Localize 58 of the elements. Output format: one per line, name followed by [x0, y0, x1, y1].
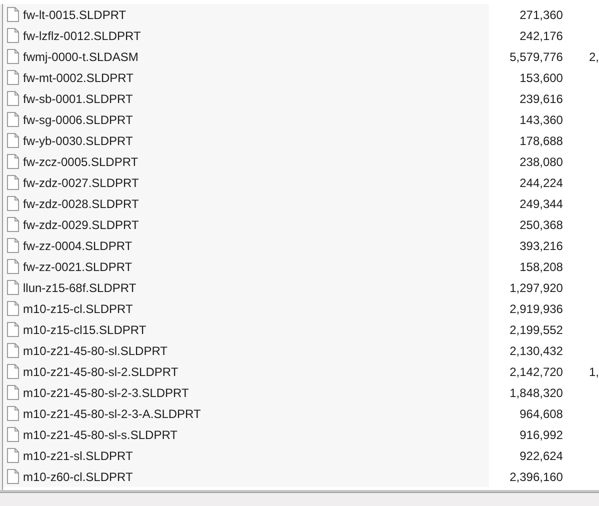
- file-icon: [6, 112, 19, 127]
- file-size: 250,368: [520, 216, 563, 234]
- file-icon: [6, 259, 19, 274]
- file-size: 239,616: [520, 90, 563, 108]
- file-icon: [6, 217, 19, 232]
- file-name[interactable]: fw-lt-0015.SLDPRT: [22, 6, 126, 24]
- file-name[interactable]: fw-yb-0030.SLDPRT: [22, 132, 133, 150]
- file-icon: [6, 469, 19, 484]
- file-icon: [6, 91, 19, 106]
- file-size: 158,208: [520, 258, 563, 276]
- file-icon: [6, 196, 19, 211]
- file-size: 2,919,936: [510, 300, 563, 318]
- file-name[interactable]: fw-zz-0004.SLDPRT: [22, 236, 132, 254]
- file-size: 1,848,320: [510, 384, 563, 402]
- column-3-value: 2,: [588, 50, 599, 64]
- file-size: 143,360: [520, 112, 563, 128]
- file-icon: [6, 322, 19, 337]
- file-name[interactable]: m10-z15-cl.SLDPRT: [22, 300, 133, 318]
- file-size: 238,080: [520, 154, 563, 170]
- file-icon: [6, 70, 19, 85]
- file-icon: [6, 133, 19, 148]
- file-name[interactable]: fw-sb-0001.SLDPRT: [22, 90, 133, 108]
- file-size: 922,624: [520, 448, 563, 464]
- file-icon: [6, 385, 19, 400]
- file-size: 916,992: [520, 426, 563, 444]
- file-name[interactable]: m10-z21-sl.SLDPRT: [22, 446, 133, 464]
- file-name[interactable]: m10-z60-cl.SLDPRT: [22, 468, 133, 486]
- file-size: 393,216: [520, 238, 563, 254]
- file-icon: [6, 343, 19, 358]
- file-icon: [6, 154, 19, 169]
- file-size: 242,176: [520, 28, 563, 44]
- file-size: 271,360: [520, 6, 563, 24]
- file-size: 244,224: [520, 174, 563, 192]
- file-icon: [6, 7, 19, 22]
- file-icon: [6, 301, 19, 316]
- file-size: 2,130,432: [510, 342, 563, 360]
- file-icon: [6, 28, 19, 43]
- file-icon: [6, 175, 19, 190]
- file-name[interactable]: fw-zz-0021.SLDPRT: [22, 258, 132, 276]
- file-name[interactable]: fw-mt-0002.SLDPRT: [22, 68, 134, 86]
- file-icon: [6, 406, 19, 421]
- file-size: 249,344: [520, 196, 563, 212]
- file-name[interactable]: fw-sg-0006.SLDPRT: [22, 110, 133, 128]
- file-size: 153,600: [520, 70, 563, 86]
- file-icon: [6, 238, 19, 253]
- file-icon: [6, 427, 19, 442]
- file-size: 178,688: [520, 132, 563, 150]
- file-size: 1,297,920: [510, 280, 563, 296]
- file-size: 2,199,552: [510, 322, 563, 338]
- file-size: 964,608: [520, 406, 563, 422]
- file-size: 2,142,720: [510, 364, 563, 380]
- column-3-value: 1,: [588, 364, 599, 378]
- file-size: 2,396,160: [510, 468, 563, 486]
- file-icon: [6, 280, 19, 295]
- file-icon: [6, 364, 19, 379]
- file-icon: [6, 448, 19, 463]
- file-size: 5,579,776: [510, 48, 563, 66]
- file-icon: [6, 49, 19, 64]
